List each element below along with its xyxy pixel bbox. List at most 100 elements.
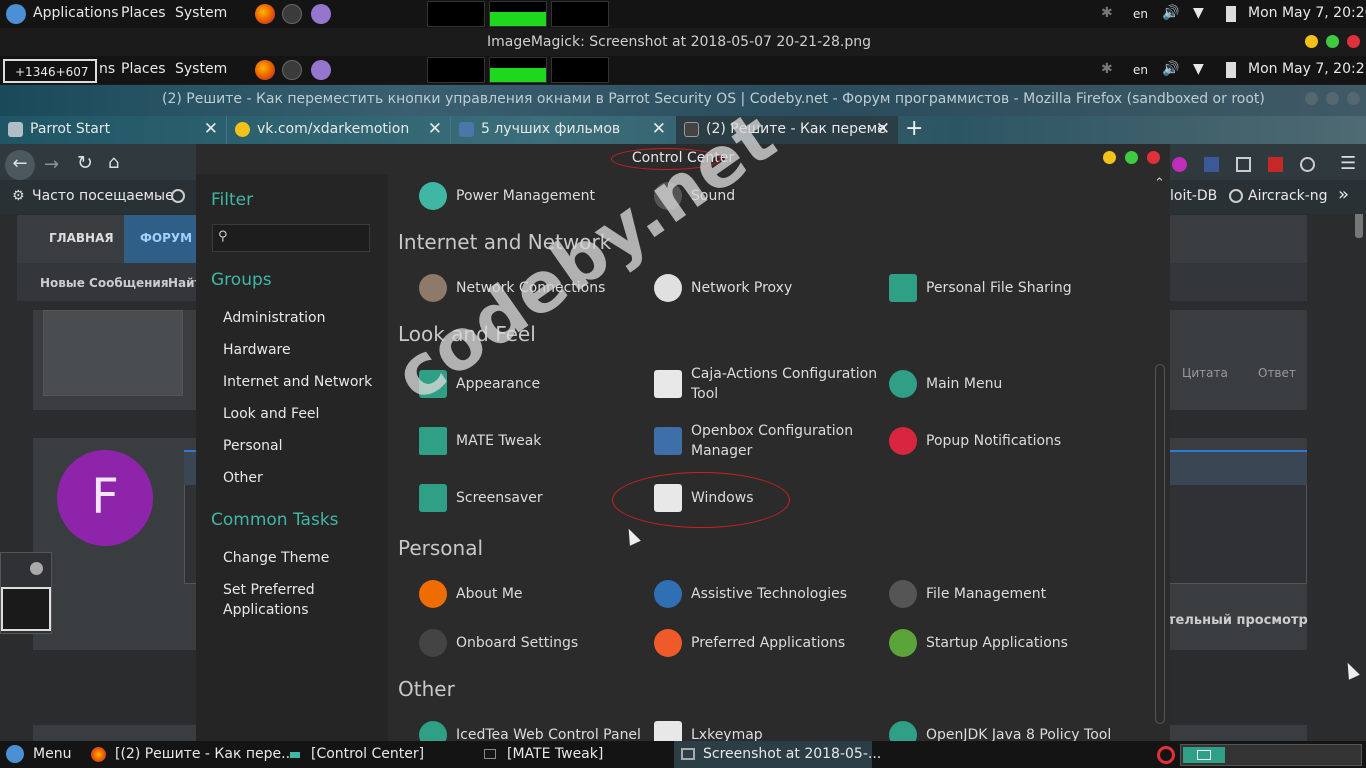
close-icon[interactable]: ✕ [204,119,218,139]
taskbar-item-firefox[interactable]: [(2) Решите - Как пере... [115,741,294,768]
parrot-logo-icon[interactable] [6,4,26,24]
close-icon[interactable]: ✕ [876,119,890,139]
battery-icon[interactable] [1226,6,1236,22]
task-change-theme[interactable]: Change Theme [223,548,329,568]
cc-close-button[interactable] [1147,151,1160,164]
cc-maximize-button[interactable] [1125,151,1138,164]
menu-parrot-icon[interactable] [6,745,24,763]
flash-icon[interactable] [1268,157,1283,172]
bookmarks-overflow[interactable]: » [1338,184,1349,205]
places-menu[interactable]: Places [121,5,166,21]
item-network-proxy[interactable]: Network Proxy [654,270,874,306]
item-icedtea[interactable]: IcedTea Web Control Panel [419,717,641,744]
item-main-menu[interactable]: Main Menu [889,366,1109,402]
forum-nav-forum[interactable]: ФОРУМ [140,231,192,245]
bookmark-aircrack[interactable]: Aircrack-ng [1248,188,1328,204]
applications-menu[interactable]: Applications [33,5,119,21]
taskbar-item-control-center[interactable]: [Control Center] [311,741,424,768]
item-lxkeymap[interactable]: Lxkeymap [654,717,874,744]
item-assistive-tech[interactable]: Assistive Technologies [654,576,874,612]
wifi-icon[interactable]: ▼ [1193,5,1204,21]
page-scrollbar[interactable] [1355,210,1363,238]
bookmark-frequent[interactable]: Часто посещаемые [32,188,174,204]
cc-minimize-button[interactable] [1103,151,1116,164]
wifi-icon[interactable]: ▼ [1193,61,1204,77]
battery-icon[interactable] [1226,62,1236,78]
clock[interactable]: Mon May 7, 20:26 [1248,5,1366,21]
tab-vk[interactable]: vk.com/xdarkemotion ✕ [226,116,450,144]
back-button[interactable]: ← [5,150,35,180]
keyboard-layout[interactable]: en [1133,63,1148,77]
forum-reply-link[interactable]: Ответ [1258,366,1296,380]
firefox-min-button[interactable] [1305,92,1318,105]
filter-search[interactable]: ⚲ [212,224,370,252]
search-input[interactable] [235,228,365,248]
forum-preview-button[interactable]: тельный просмотр [1168,613,1308,628]
workspace-thumbnail[interactable] [0,552,52,634]
close-icon[interactable]: ✕ [428,119,442,139]
firefox-icon[interactable] [255,4,275,24]
workspace-switcher[interactable] [1180,744,1362,766]
scroll-up-icon[interactable]: ⌃ [1154,176,1165,191]
circle-icon[interactable] [1300,157,1315,172]
taskbar-item-mate-tweak[interactable]: [MATE Tweak] [507,741,603,768]
item-startup-apps[interactable]: Startup Applications [889,625,1109,661]
item-file-management[interactable]: File Management [889,576,1109,612]
extension-icon[interactable] [1172,157,1187,172]
volume-icon[interactable]: 🔊 [1162,61,1179,77]
forward-icon[interactable]: → [44,154,59,175]
item-openjdk-policy[interactable]: OpenJDK Java 8 Policy Tool [889,717,1111,744]
item-onboard-settings[interactable]: Onboard Settings [419,625,639,661]
tab-films[interactable]: 5 лучших фильмов ✕ [450,116,674,144]
group-personal[interactable]: Personal [223,436,283,456]
tab-parrot-start[interactable]: Parrot Start ✕ [0,116,226,144]
cc-scrollbar[interactable] [1155,364,1165,724]
clock[interactable]: Mon May 7, 20:21 [1248,61,1366,77]
volume-icon[interactable]: 🔊 [1162,5,1179,21]
text-editor-icon[interactable] [311,60,331,80]
item-mate-tweak[interactable]: MATE Tweak [419,423,639,459]
bluetooth-icon[interactable]: ✱ [1101,61,1113,77]
im-minimize-button[interactable] [1305,35,1318,48]
firefox-close-button[interactable] [1347,92,1360,105]
new-tab-button[interactable]: + [905,116,923,141]
home-icon[interactable]: ⌂ [108,152,119,173]
forum-quote-link[interactable]: Цитата [1182,366,1228,380]
facebook-icon[interactable] [1204,157,1219,172]
taskbar-menu[interactable]: Menu [33,741,71,768]
im-maximize-button[interactable] [1326,35,1339,48]
system-menu[interactable]: System [175,61,227,77]
item-caja-actions[interactable]: Caja-Actions Configuration Tool [654,366,877,402]
item-preferred-apps[interactable]: Preferred Applications [654,625,874,661]
group-other[interactable]: Other [223,468,263,488]
workspace-1[interactable] [1183,747,1225,763]
group-hardware[interactable]: Hardware [223,340,291,360]
item-personal-file-sharing[interactable]: Personal File Sharing [889,270,1109,306]
task-set-preferred-apps[interactable]: Set Preferred Applications [223,580,333,620]
terminal-icon[interactable] [282,60,302,80]
places-menu[interactable]: Places [121,61,166,77]
group-look-feel[interactable]: Look and Feel [223,404,319,424]
forum-nav-main[interactable]: ГЛАВНАЯ [49,231,114,245]
firefox-icon[interactable] [255,60,275,80]
item-popup-notifications[interactable]: Popup Notifications [889,423,1109,459]
group-internet-network[interactable]: Internet and Network [223,372,372,392]
item-screensaver[interactable]: Screensaver [419,480,639,516]
text-editor-icon[interactable] [311,4,331,24]
group-administration[interactable]: Administration [223,308,325,328]
item-about-me[interactable]: About Me [419,576,639,612]
forum-sub-new[interactable]: Новые Сообщения [40,276,169,290]
applications-menu[interactable]: ns [99,61,115,77]
item-openbox-config[interactable]: Openbox Configuration Manager [654,423,874,459]
taskbar-item-screenshot[interactable]: Screenshot at 2018-05-... [703,741,881,768]
crop-icon[interactable] [1236,157,1251,172]
avatar[interactable]: F [57,450,153,546]
close-icon[interactable]: ✕ [652,119,666,139]
terminal-icon[interactable] [282,4,302,24]
hamburger-menu-icon[interactable]: ☰ [1340,153,1356,174]
reload-icon[interactable]: ↻ [77,152,93,174]
firefox-max-button[interactable] [1326,92,1339,105]
no-entry-icon[interactable] [1157,746,1175,764]
bookmark-exploit-db[interactable]: loit-DB [1170,188,1217,204]
system-menu[interactable]: System [175,5,227,21]
